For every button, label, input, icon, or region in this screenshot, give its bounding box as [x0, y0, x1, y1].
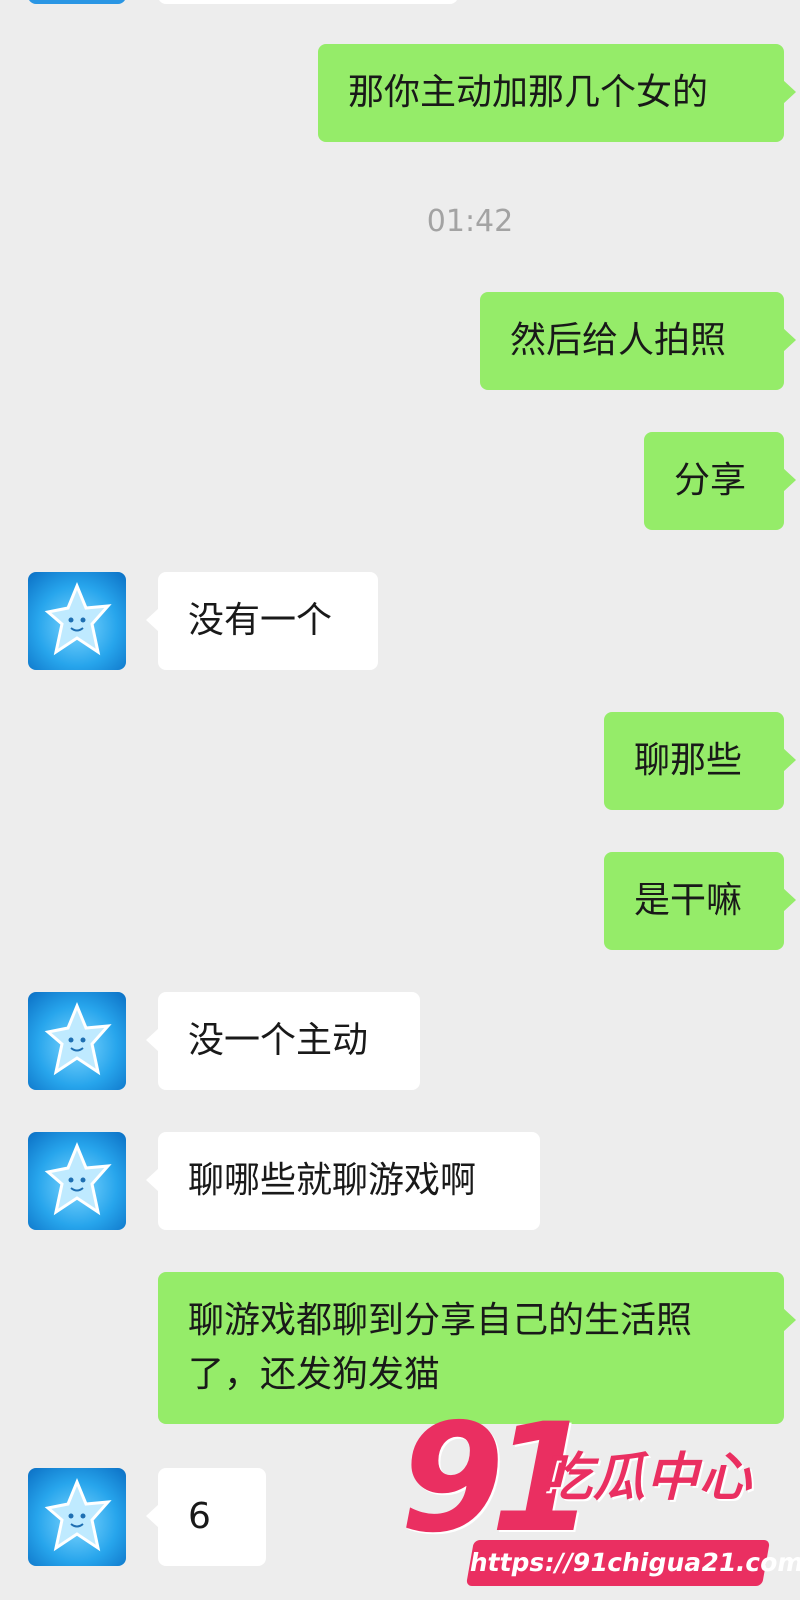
message-text: 没一个主动 — [188, 1020, 369, 1061]
message-bubble-partial[interactable] — [158, 0, 458, 4]
message-text: 是干嘛 — [634, 880, 743, 921]
message-text-line: 聊游戏都聊到分享自己的生活照 — [188, 1300, 693, 1341]
message-bubble-sent[interactable]: 分享 — [644, 432, 796, 530]
message-text: 然后给人拍照 — [510, 320, 727, 361]
blue-star-creature-icon — [44, 1142, 112, 1216]
contact-avatar[interactable] — [28, 572, 126, 670]
message-text: 聊那些 — [634, 740, 743, 781]
message-bubble-sent[interactable]: 聊那些 — [604, 712, 796, 810]
message-text: 那你主动加那几个女的 — [348, 72, 709, 113]
message-bubble-received[interactable]: 聊哪些就聊游戏啊 — [146, 1132, 540, 1230]
watermark-url: https://91chigua21.com — [465, 1540, 800, 1586]
message-bubble-received[interactable]: 没一个主动 — [146, 992, 420, 1090]
watermark-logo-text: 吃瓜中心 — [540, 1448, 753, 1508]
blue-star-creature-icon — [44, 1478, 112, 1552]
blue-star-creature-icon — [44, 1002, 112, 1076]
blue-star-creature-icon — [44, 582, 112, 656]
contact-avatar[interactable] — [28, 1132, 126, 1230]
watermark-logo-number: 91 — [400, 1392, 595, 1566]
message-timestamp: 01:42 — [426, 204, 514, 239]
message-text: 分享 — [674, 460, 747, 501]
message-text: 6 — [188, 1496, 211, 1537]
message-bubble-sent[interactable]: 是干嘛 — [604, 852, 796, 950]
message-bubble-received[interactable]: 没有一个 — [146, 572, 378, 670]
contact-avatar[interactable] — [28, 992, 126, 1090]
message-text: 聊哪些就聊游戏啊 — [188, 1160, 477, 1201]
message-bubble-received[interactable]: 6 — [146, 1468, 266, 1566]
message-bubble-sent[interactable]: 那你主动加那几个女的 — [318, 44, 796, 142]
message-bubble-sent[interactable]: 然后给人拍照 — [480, 292, 796, 390]
contact-avatar[interactable] — [28, 1468, 126, 1566]
message-text: 没有一个 — [188, 600, 333, 641]
avatar-partial[interactable] — [28, 0, 126, 4]
